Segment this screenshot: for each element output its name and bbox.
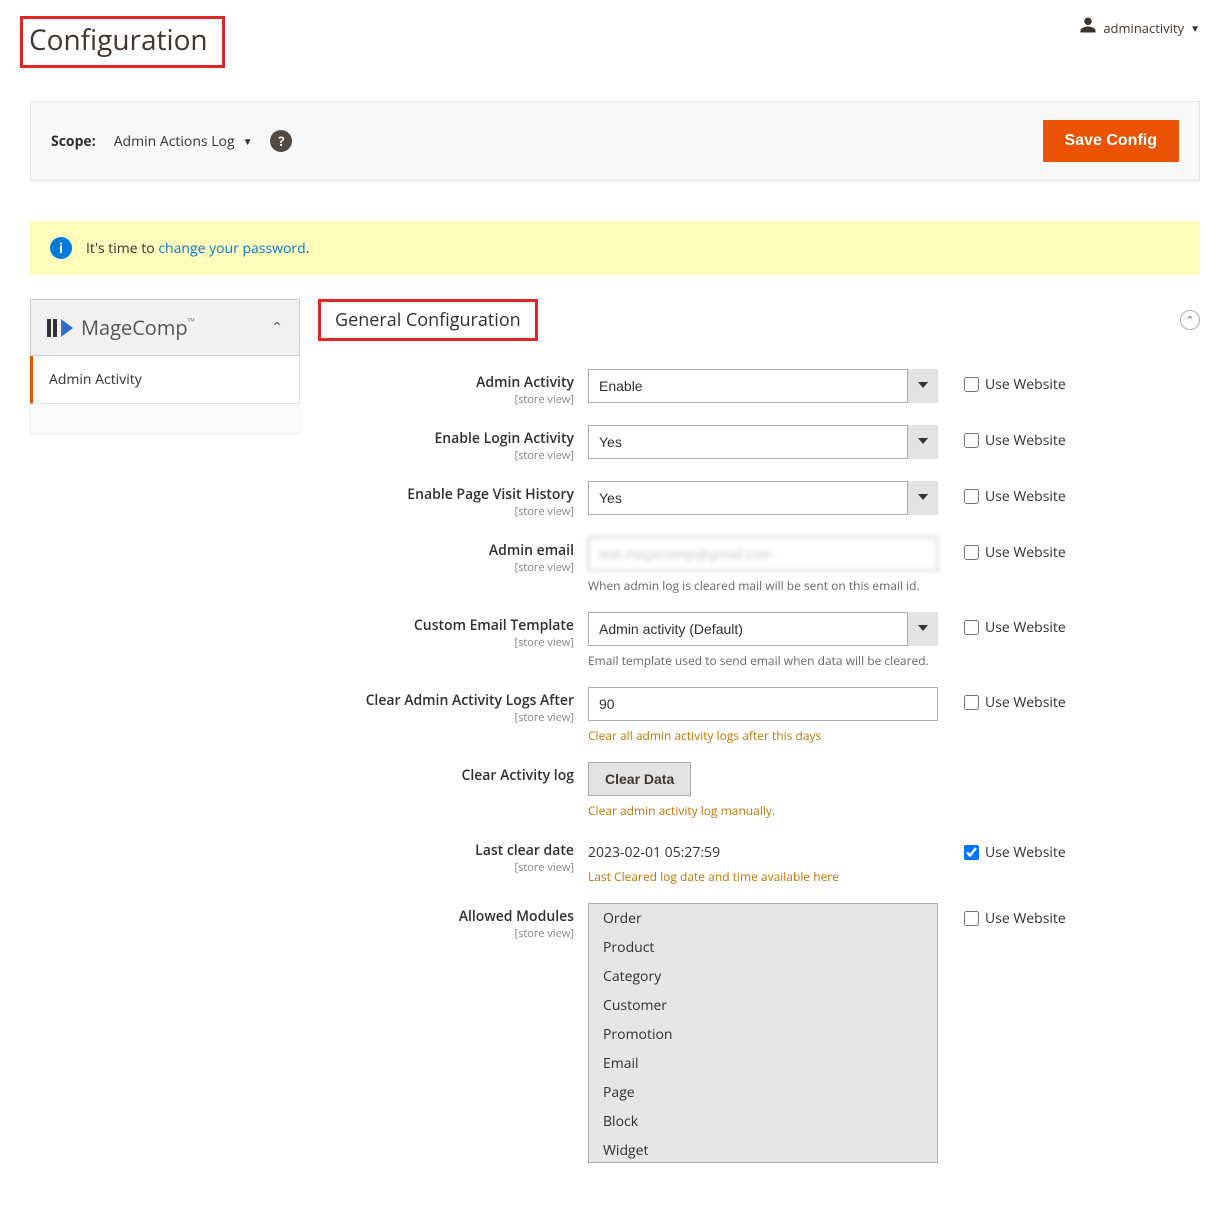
module-option[interactable]: Category — [589, 962, 937, 991]
magecomp-logo-icon — [47, 319, 73, 337]
value-last-clear: 2023-02-01 05:27:59 — [588, 837, 938, 862]
use-website-label: Use Website — [985, 693, 1066, 712]
chevron-up-icon: ⌃ — [271, 318, 283, 337]
label-enable-visit: Enable Page Visit History — [407, 485, 574, 504]
checkbox-use-website-enable-visit[interactable] — [964, 489, 979, 504]
sidebar-item-admin-activity[interactable]: Admin Activity — [30, 356, 300, 404]
label-clear-log: Clear Activity log — [461, 766, 574, 785]
input-admin-email[interactable] — [588, 537, 938, 571]
label-admin-email: Admin email — [489, 541, 574, 560]
checkbox-use-website-email-template[interactable] — [964, 620, 979, 635]
notice-text: It's time to change your password. — [86, 239, 309, 258]
caret-down-icon: ▼ — [243, 134, 253, 148]
label-last-clear: Last clear date — [475, 841, 574, 860]
scope-hint: [store view] — [318, 710, 574, 725]
page-title: Configuration — [29, 21, 208, 59]
sidebar-brand: MageComp™ — [81, 314, 195, 341]
hint-email-template: Email template used to send email when d… — [588, 652, 938, 669]
change-password-link[interactable]: change your password — [158, 239, 305, 258]
select-email-template[interactable]: Admin activity (Default) — [588, 612, 938, 646]
label-allowed-modules: Allowed Modules — [459, 907, 574, 926]
config-form: Admin Activity [store view] Enable Use W… — [318, 369, 1200, 1163]
use-website-label: Use Website — [985, 543, 1066, 562]
checkbox-use-website-enable-login[interactable] — [964, 433, 979, 448]
module-option[interactable]: Order — [589, 904, 937, 933]
module-option[interactable]: Email — [589, 1049, 937, 1078]
use-website-label: Use Website — [985, 843, 1066, 862]
hint-last-clear: Last Cleared log date and time available… — [588, 868, 938, 885]
checkbox-use-website-allowed-modules[interactable] — [964, 911, 979, 926]
user-label: adminactivity — [1103, 19, 1184, 37]
notice-banner: i It's time to change your password. — [30, 221, 1200, 275]
module-option[interactable]: Customer — [589, 991, 937, 1020]
help-icon[interactable]: ? — [270, 130, 292, 152]
scope-hint: [store view] — [318, 448, 574, 463]
hint-clear-after: Clear all admin activity logs after this… — [588, 727, 938, 744]
label-enable-login: Enable Login Activity — [434, 429, 574, 448]
scope-label: Scope: — [51, 132, 96, 151]
page-title-highlight: Configuration — [20, 16, 225, 68]
user-menu[interactable]: adminactivity ▼ — [1079, 16, 1200, 39]
label-admin-activity: Admin Activity — [476, 373, 574, 392]
scope-hint: [store view] — [318, 560, 574, 575]
clear-data-button[interactable]: Clear Data — [588, 762, 691, 796]
select-enable-login[interactable]: Yes — [588, 425, 938, 459]
use-website-label: Use Website — [985, 909, 1066, 928]
caret-down-icon: ▼ — [1190, 21, 1200, 35]
module-option[interactable]: Page — [589, 1078, 937, 1107]
hint-admin-email: When admin log is cleared mail will be s… — [588, 577, 938, 594]
info-icon: i — [50, 237, 72, 259]
label-email-template: Custom Email Template — [414, 616, 574, 635]
checkbox-use-website-admin-activity[interactable] — [964, 377, 979, 392]
use-website-label: Use Website — [985, 375, 1066, 394]
label-clear-after: Clear Admin Activity Logs After — [366, 691, 574, 710]
module-option[interactable]: Block — [589, 1107, 937, 1136]
module-option[interactable]: Widget — [589, 1136, 937, 1163]
use-website-label: Use Website — [985, 487, 1066, 506]
scope-hint: [store view] — [318, 504, 574, 519]
select-enable-visit[interactable]: Yes — [588, 481, 938, 515]
scope-hint: [store view] — [318, 635, 574, 650]
multiselect-allowed-modules[interactable]: Order Product Category Customer Promotio… — [588, 903, 938, 1163]
hint-clear-log: Clear admin activity log manually. — [588, 802, 938, 819]
collapse-section-icon[interactable]: ⌃ — [1180, 310, 1200, 330]
use-website-label: Use Website — [985, 431, 1066, 450]
scope-switcher[interactable]: Admin Actions Log ▼ — [114, 132, 253, 151]
select-admin-activity[interactable]: Enable — [588, 369, 938, 403]
module-option[interactable]: Promotion — [589, 1020, 937, 1049]
toolbar: Scope: Admin Actions Log ▼ ? Save Config — [30, 101, 1200, 181]
save-config-button[interactable]: Save Config — [1043, 120, 1179, 162]
scope-hint: [store view] — [318, 926, 574, 941]
sidebar-spacer — [30, 404, 300, 434]
section-title-highlight: General Configuration — [318, 299, 538, 341]
input-clear-after[interactable] — [588, 687, 938, 721]
scope-hint: [store view] — [318, 860, 574, 875]
config-sidebar: MageComp™ ⌃ Admin Activity — [30, 299, 300, 434]
user-icon — [1079, 16, 1097, 39]
checkbox-use-website-clear-after[interactable] — [964, 695, 979, 710]
checkbox-use-website-admin-email[interactable] — [964, 545, 979, 560]
scope-value: Admin Actions Log — [114, 132, 235, 151]
checkbox-use-website-last-clear[interactable] — [964, 845, 979, 860]
section-title: General Configuration — [335, 308, 521, 332]
scope-hint: [store view] — [318, 392, 574, 407]
sidebar-section-magecomp[interactable]: MageComp™ ⌃ — [30, 299, 300, 356]
use-website-label: Use Website — [985, 618, 1066, 637]
module-option[interactable]: Product — [589, 933, 937, 962]
